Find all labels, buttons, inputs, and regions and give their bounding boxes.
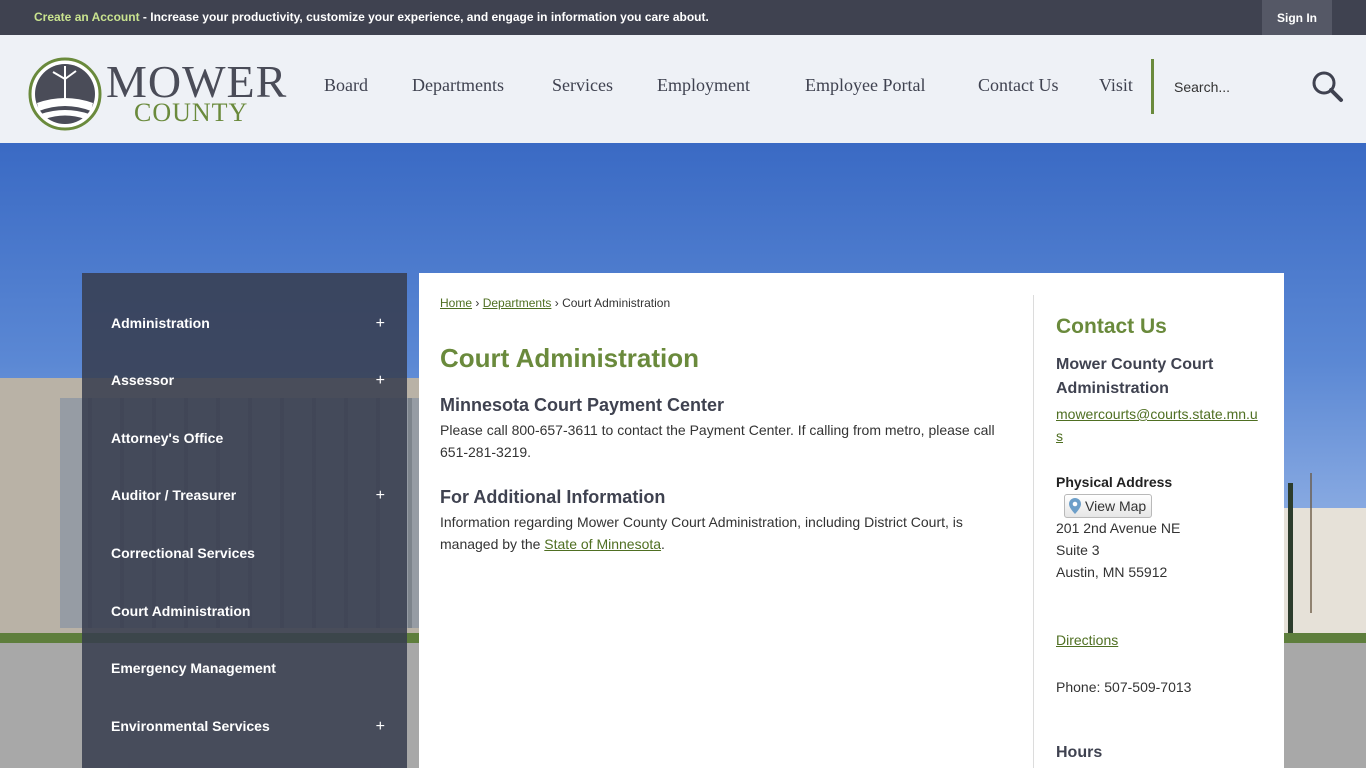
breadcrumb-separator: ›	[554, 296, 559, 310]
view-map-button[interactable]: View Map	[1064, 494, 1152, 518]
breadcrumb: Home › Departments › Court Administratio…	[440, 296, 670, 310]
sidebar-item-label: Emergency Management	[111, 660, 276, 676]
additional-info-heading: For Additional Information	[440, 487, 666, 507]
sidebar-item-correctional-services[interactable]: Correctional Services	[111, 545, 391, 569]
nav-departments[interactable]: Departments	[412, 75, 504, 96]
page-title: Court Administration	[440, 343, 700, 373]
breadcrumb-home-link[interactable]: Home	[440, 296, 472, 310]
physical-address-label: Physical Address	[1056, 474, 1173, 490]
windmill-seal-icon	[28, 57, 102, 131]
sidebar-item-label: Correctional Services	[111, 545, 255, 561]
sign-in-button[interactable]: Sign In	[1262, 0, 1332, 35]
address-line-1: 201 2nd Avenue NE	[1056, 520, 1181, 536]
sidebar-item-environmental-services[interactable]: Environmental Services +	[111, 718, 391, 742]
create-account-link[interactable]: Create an Account	[34, 10, 140, 24]
sidebar-item-label: Assessor	[111, 372, 175, 388]
sidebar-item-auditor-treasurer[interactable]: Auditor / Treasurer +	[111, 487, 391, 511]
breadcrumb-current: Court Administration	[562, 296, 671, 310]
nav-visit[interactable]: Visit	[1099, 75, 1133, 96]
additional-info-body: Information regarding Mower County Court…	[440, 514, 963, 552]
address-line-2: Suite 3	[1056, 542, 1100, 558]
contact-phone: Phone: 507-509-7013	[1056, 679, 1192, 695]
sidebar-item-label: Administration	[111, 315, 210, 331]
sidebar-item-administration[interactable]: Administration +	[111, 315, 391, 339]
expand-plus-icon[interactable]: +	[376, 718, 385, 736]
expand-plus-icon[interactable]: +	[376, 487, 385, 505]
expand-plus-icon[interactable]: +	[376, 315, 385, 333]
payment-center-text: Please call 800-657-3611 to contact the …	[440, 422, 995, 460]
sidebar-item-label: Auditor / Treasurer	[111, 487, 237, 503]
expand-plus-icon[interactable]: +	[376, 372, 385, 390]
nav-employee-portal[interactable]: Employee Portal	[805, 75, 925, 96]
content-panel: Home › Departments › Court Administratio…	[419, 273, 1284, 768]
sidebar-item-label: Attorney's Office	[111, 430, 224, 446]
sidebar-item-attorneys-office[interactable]: Attorney's Office	[111, 430, 391, 454]
search-input[interactable]	[1166, 73, 1306, 101]
contact-heading: Contact Us	[1056, 315, 1167, 338]
view-map-label: View Map	[1085, 498, 1147, 514]
sidebar-item-assessor[interactable]: Assessor +	[111, 372, 391, 396]
account-message-text: - Increase your productivity, customize …	[139, 10, 709, 24]
address-line-3: Austin, MN 55912	[1056, 564, 1168, 580]
top-bar: Create an Account - Increase your produc…	[0, 0, 1366, 35]
contact-email-link[interactable]: mowercourts@courts.state.mn.us	[1056, 403, 1261, 447]
additional-info-end: .	[661, 536, 665, 552]
sidebar-item-label: Court Administration	[111, 603, 251, 619]
breadcrumb-separator: ›	[475, 296, 480, 310]
sidebar-item-court-administration[interactable]: Court Administration	[111, 603, 391, 627]
state-of-minnesota-link[interactable]: State of Minnesota	[544, 536, 661, 552]
site-header: MOWER COUNTY Board Departments Services …	[0, 35, 1366, 143]
breadcrumb-departments-link[interactable]: Departments	[483, 296, 552, 310]
nav-divider	[1151, 59, 1154, 114]
column-divider	[1033, 295, 1034, 768]
hours-heading: Hours	[1056, 744, 1103, 761]
nav-employment[interactable]: Employment	[657, 75, 750, 96]
payment-center-heading: Minnesota Court Payment Center	[440, 395, 725, 415]
additional-info-text: Information regarding Mower County Court…	[440, 511, 1000, 555]
nav-services[interactable]: Services	[552, 75, 613, 96]
search-icon[interactable]	[1310, 69, 1344, 103]
sidebar-item-emergency-management[interactable]: Emergency Management	[111, 660, 391, 684]
map-pin-icon	[1069, 498, 1081, 514]
sidebar-item-label: Environmental Services	[111, 718, 270, 734]
nav-board[interactable]: Board	[324, 75, 368, 96]
directions-link[interactable]: Directions	[1056, 632, 1118, 648]
contact-organization: Mower County Court Administration	[1056, 356, 1214, 397]
tree-image	[1310, 473, 1360, 613]
nav-contact-us[interactable]: Contact Us	[978, 75, 1059, 96]
account-message: Create an Account - Increase your produc…	[34, 10, 709, 24]
county-logo[interactable]: MOWER COUNTY	[28, 57, 286, 132]
logo-wordmark-county: COUNTY	[134, 98, 249, 127]
department-sidebar: Administration + Assessor + Attorney's O…	[82, 273, 407, 768]
